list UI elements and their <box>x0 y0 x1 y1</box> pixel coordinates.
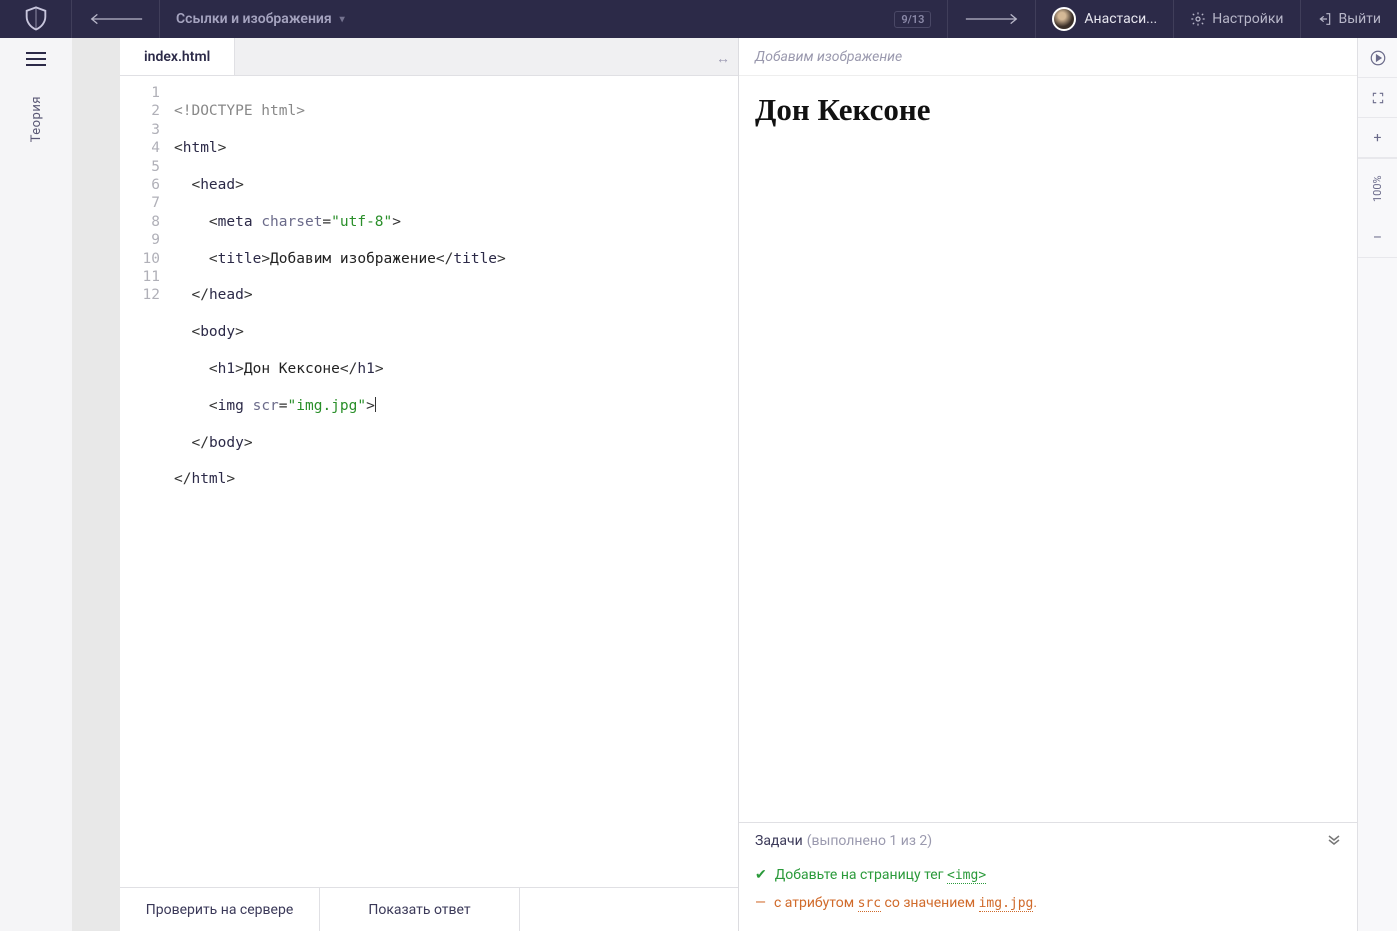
course-title: Ссылки и изображения <box>176 11 332 27</box>
splitter-handle[interactable]: ↔ <box>716 50 730 67</box>
user-name: Анастаси... <box>1084 11 1157 27</box>
check-icon: ✔ <box>755 867 767 883</box>
arrow-left-icon <box>88 13 144 25</box>
prev-button[interactable] <box>72 0 160 38</box>
zoom-in-button[interactable]: + <box>1358 118 1397 158</box>
workspace: Теория index.html ↔ HTML 123456789101112… <box>0 38 1397 931</box>
settings-label: Настройки <box>1212 11 1283 27</box>
task-list: ✔ Добавьте на страницу тег <img> — с атр… <box>739 855 1357 931</box>
task-item-done: ✔ Добавьте на страницу тег <img> <box>755 861 1341 889</box>
arrow-right-icon <box>964 13 1020 25</box>
avatar <box>1052 7 1076 31</box>
course-title-cell[interactable]: Ссылки и изображения ▾ 9/13 <box>160 0 948 38</box>
preview-title: Добавим изображение <box>739 38 1357 76</box>
gear-icon <box>1190 11 1206 27</box>
fullscreen-button[interactable] <box>1358 78 1397 118</box>
show-answer-button[interactable]: Показать ответ <box>320 888 520 931</box>
editor-pane: index.html ↔ HTML 123456789101112 <!DOCT… <box>120 38 739 931</box>
settings-button[interactable]: Настройки <box>1174 0 1300 38</box>
file-tab[interactable]: index.html <box>120 38 235 75</box>
preview-body: Дон Кексоне <box>739 76 1357 822</box>
preview-pane: Добавим изображение Дон Кексоне Задачи (… <box>739 38 1357 931</box>
zoom-out-button[interactable]: – <box>1358 218 1397 258</box>
gap <box>72 38 120 931</box>
theory-tab[interactable]: Теория <box>29 96 44 142</box>
left-rail: Теория <box>0 38 72 931</box>
code-editor[interactable]: 123456789101112 <!DOCTYPE html> <html> <… <box>120 76 738 887</box>
right-rail: + 100% – <box>1357 38 1397 931</box>
code-content[interactable]: <!DOCTYPE html> <html> <head> <meta char… <box>168 76 738 887</box>
shield-icon <box>22 5 50 33</box>
menu-button[interactable] <box>26 52 46 66</box>
next-button[interactable] <box>948 0 1036 38</box>
task-item-pending: — с атрибутом src со значением img.jpg. <box>755 889 1341 917</box>
lesson-counter: 9/13 <box>894 11 931 28</box>
topbar: Ссылки и изображения ▾ 9/13 Анастаси... … <box>0 0 1397 38</box>
chevron-down-icon: ▾ <box>340 14 345 25</box>
editor-footer: Проверить на сервере Показать ответ <box>120 887 738 931</box>
tasks-header[interactable]: Задачи (выполнено 1 из 2) <box>739 822 1357 855</box>
fullscreen-icon <box>1371 91 1385 105</box>
run-button[interactable] <box>1358 38 1397 78</box>
tab-row: index.html <box>120 38 738 76</box>
zoom-level: 100% <box>1358 158 1397 218</box>
play-circle-icon <box>1369 49 1387 67</box>
dash-icon: — <box>755 895 766 911</box>
line-gutter: 123456789101112 <box>120 76 168 887</box>
exit-button[interactable]: Выйти <box>1301 0 1397 38</box>
exit-label: Выйти <box>1339 11 1382 27</box>
expand-icon[interactable] <box>1327 833 1341 849</box>
tasks-label: Задачи <box>755 833 803 849</box>
logout-icon <box>1317 11 1333 27</box>
logo[interactable] <box>0 0 72 38</box>
double-chevron-down-icon <box>1327 835 1341 845</box>
preview-heading: Дон Кексоне <box>755 92 1341 128</box>
user-menu[interactable]: Анастаси... <box>1036 0 1174 38</box>
tasks-progress: (выполнено 1 из 2) <box>807 833 933 849</box>
check-server-button[interactable]: Проверить на сервере <box>120 888 320 931</box>
